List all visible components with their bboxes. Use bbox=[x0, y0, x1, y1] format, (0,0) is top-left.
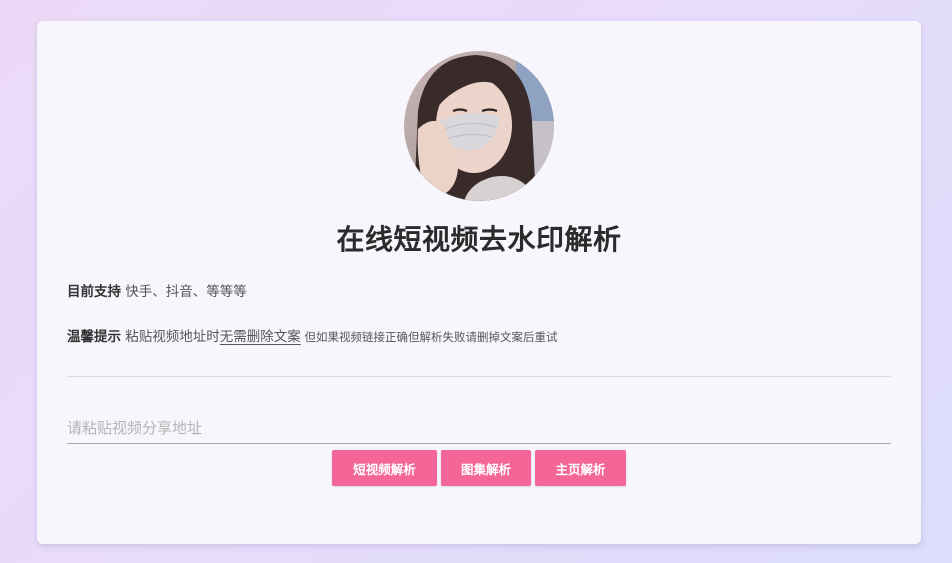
support-label: 目前支持 bbox=[67, 284, 121, 300]
support-platforms: 快手、抖音、等等等 bbox=[121, 284, 247, 300]
tip-emphasis: 无需删除文案 bbox=[219, 329, 301, 345]
homepage-parse-button[interactable]: 主页解析 bbox=[535, 450, 626, 486]
support-info: 目前支持 快手、抖音、等等等 bbox=[67, 280, 247, 300]
tip-text: 粘贴视频地址时 bbox=[121, 329, 220, 345]
album-parse-button[interactable]: 图集解析 bbox=[441, 450, 531, 486]
video-parse-button[interactable]: 短视频解析 bbox=[332, 450, 437, 486]
avatar bbox=[404, 51, 554, 201]
tip-note: 但如果视频链接正确但解析失败请删掉文案后重试 bbox=[300, 330, 558, 344]
page-title: 在线短视频去水印解析 bbox=[336, 223, 622, 256]
tip-info: 温馨提示 粘贴视频地址时无需删除文案 但如果视频链接正确但解析失败请删掉文案后重… bbox=[67, 325, 557, 345]
avatar-photo bbox=[404, 51, 554, 201]
video-url-input[interactable] bbox=[67, 412, 891, 444]
action-buttons: 短视频解析 图集解析 主页解析 bbox=[332, 450, 626, 486]
divider bbox=[67, 376, 891, 377]
main-card: 在线短视频去水印解析 目前支持 快手、抖音、等等等 温馨提示 粘贴视频地址时无需… bbox=[37, 21, 921, 544]
tip-label: 温馨提示 bbox=[67, 329, 121, 345]
